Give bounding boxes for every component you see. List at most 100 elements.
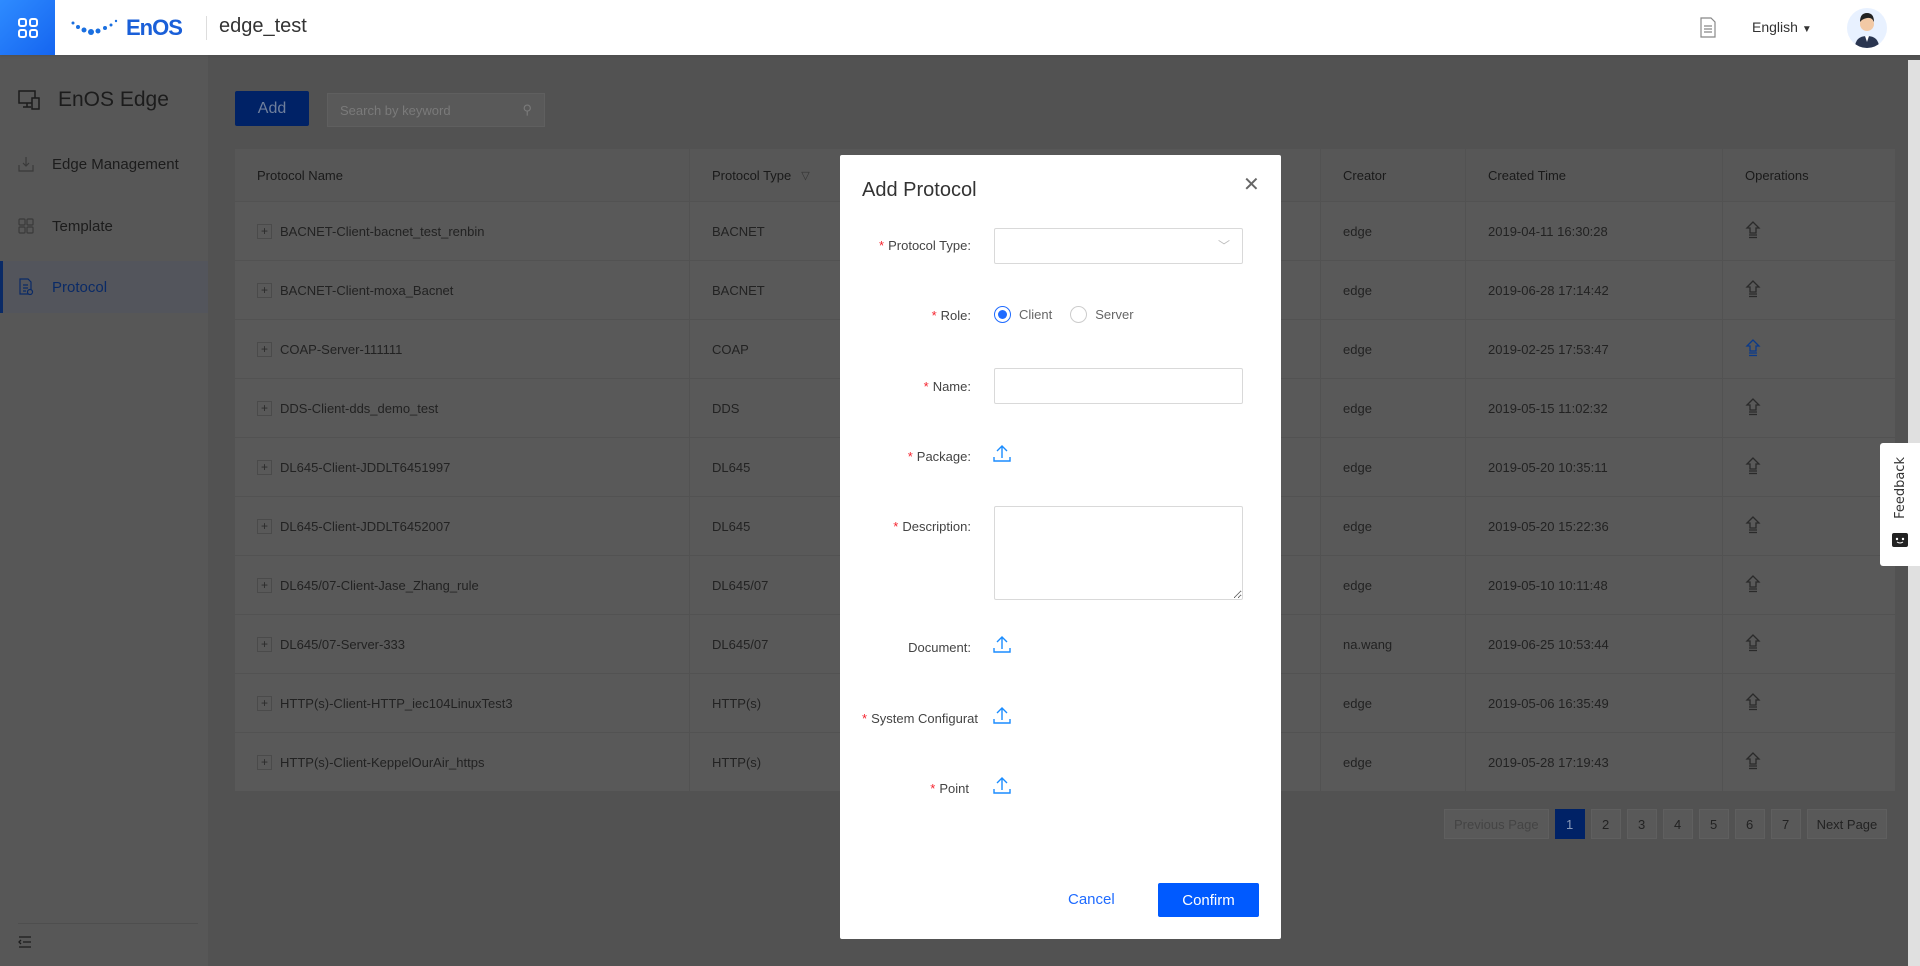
- creator-cell: edge: [1321, 674, 1466, 732]
- point-label: * Point: [930, 781, 969, 796]
- created-time-cell: 2019-06-28 17:14:42: [1466, 261, 1723, 319]
- column-header-label: Protocol Type: [712, 167, 792, 183]
- role-radio-server[interactable]: Server: [1070, 306, 1134, 323]
- page-button[interactable]: 3: [1626, 809, 1657, 839]
- protocol-type-select[interactable]: ﹀: [994, 228, 1243, 264]
- feedback-tab[interactable]: Feedback: [1880, 443, 1920, 566]
- expand-row-icon[interactable]: +: [257, 695, 272, 711]
- role-radio-client[interactable]: Client: [994, 306, 1052, 323]
- expand-row-icon[interactable]: +: [257, 223, 272, 239]
- publish-upload-icon[interactable]: [1745, 279, 1761, 301]
- system-config-upload-icon[interactable]: [993, 706, 1011, 729]
- description-label: * Description:: [893, 519, 971, 534]
- protocol-name: BACNET-Client-moxa_Bacnet: [280, 282, 454, 298]
- next-page-button[interactable]: Next Page: [1806, 809, 1888, 839]
- add-button[interactable]: Add: [235, 91, 309, 126]
- created-time-cell: 2019-05-06 16:35:49: [1466, 674, 1723, 732]
- close-icon[interactable]: ✕: [1243, 172, 1260, 197]
- protocol-name-cell: + HTTP(s)-Client-KeppelOurAir_https: [235, 733, 690, 791]
- page-button[interactable]: 2: [1590, 809, 1621, 839]
- operations-cell: [1723, 261, 1895, 319]
- expand-row-icon[interactable]: +: [257, 459, 272, 475]
- publish-upload-icon[interactable]: [1745, 751, 1761, 773]
- previous-page-button[interactable]: Previous Page: [1444, 809, 1549, 839]
- publish-upload-icon[interactable]: [1745, 692, 1761, 714]
- expand-row-icon[interactable]: +: [257, 282, 272, 298]
- protocol-name-cell: + DL645-Client-JDDLT6452007: [235, 497, 690, 555]
- chevron-down-icon: ﹀: [1217, 239, 1230, 253]
- page-button[interactable]: 7: [1770, 809, 1801, 839]
- page-button[interactable]: 1: [1554, 809, 1585, 839]
- sidebar-item-edge-management[interactable]: Edge Management: [0, 138, 208, 190]
- sidebar: EnOS Edge Edge Management Template Proto…: [0, 55, 208, 966]
- created-time-cell: 2019-05-20 15:22:36: [1466, 497, 1723, 555]
- creator-cell: edge: [1321, 556, 1466, 614]
- expand-row-icon[interactable]: +: [257, 577, 272, 593]
- expand-row-icon[interactable]: +: [257, 341, 272, 357]
- enos-logo[interactable]: EnOS: [70, 14, 183, 42]
- sidebar-title: EnOS Edge: [0, 74, 208, 126]
- creator-cell: edge: [1321, 438, 1466, 496]
- protocol-name: BACNET-Client-bacnet_test_renbin: [280, 223, 485, 239]
- collapse-sidebar-icon[interactable]: [18, 935, 32, 953]
- feedback-face-icon: [1892, 532, 1908, 547]
- header-divider: [206, 16, 207, 40]
- radio-label: Client: [1019, 307, 1053, 322]
- publish-upload-icon[interactable]: [1745, 220, 1761, 242]
- page-button[interactable]: 6: [1734, 809, 1765, 839]
- created-time-cell: 2019-05-10 10:11:48: [1466, 556, 1723, 614]
- publish-upload-icon[interactable]: [1745, 515, 1761, 537]
- expand-row-icon[interactable]: +: [257, 754, 272, 770]
- created-time-cell: 2019-05-28 17:19:43: [1466, 733, 1723, 791]
- protocol-name-cell: + DL645-Client-JDDLT6451997: [235, 438, 690, 496]
- language-dropdown[interactable]: English ▼: [1752, 19, 1812, 35]
- publish-upload-icon[interactable]: [1745, 633, 1761, 655]
- operations-cell: [1723, 733, 1895, 791]
- sidebar-item-protocol[interactable]: Protocol: [0, 261, 208, 313]
- page-button[interactable]: 5: [1698, 809, 1729, 839]
- operations-cell: [1723, 556, 1895, 614]
- grid-icon: [17, 17, 38, 38]
- created-time-cell: 2019-04-11 16:30:28: [1466, 202, 1723, 260]
- creator-cell: edge: [1321, 202, 1466, 260]
- confirm-button[interactable]: Confirm: [1158, 883, 1259, 917]
- language-label: English: [1752, 19, 1798, 35]
- sidebar-item-label: Protocol: [52, 278, 108, 296]
- publish-upload-icon[interactable]: [1745, 397, 1761, 419]
- search-input[interactable]: Search by keyword ⚲: [327, 93, 545, 127]
- publish-upload-icon[interactable]: [1745, 338, 1761, 360]
- expand-row-icon[interactable]: +: [257, 400, 272, 416]
- expand-row-icon[interactable]: +: [257, 636, 272, 652]
- filter-icon[interactable]: ▽: [801, 169, 809, 182]
- protocol-name: DL645-Client-JDDLT6452007: [280, 518, 451, 534]
- name-input[interactable]: [994, 368, 1243, 404]
- cancel-button[interactable]: Cancel: [1068, 891, 1115, 908]
- protocol-name-cell: + BACNET-Client-moxa_Bacnet: [235, 261, 690, 319]
- created-time-cell: 2019-06-25 10:53:44: [1466, 615, 1723, 673]
- radio-checked[interactable]: [994, 306, 1011, 323]
- document-icon[interactable]: [1698, 16, 1718, 45]
- user-avatar[interactable]: [1847, 8, 1887, 48]
- protocol-name: DL645/07-Server-333: [280, 636, 406, 652]
- sidebar-item-template[interactable]: Template: [0, 200, 208, 252]
- protocol-name-cell: + HTTP(s)-Client-HTTP_iec104LinuxTest3: [235, 674, 690, 732]
- operations-cell: [1723, 320, 1895, 378]
- page-button[interactable]: 4: [1662, 809, 1693, 839]
- protocol-name: HTTP(s)-Client-HTTP_iec104LinuxTest3: [280, 695, 513, 711]
- app-launcher-button[interactable]: [0, 0, 55, 55]
- radio-unchecked[interactable]: [1070, 306, 1088, 323]
- publish-upload-icon[interactable]: [1745, 456, 1761, 478]
- expand-row-icon[interactable]: +: [257, 518, 272, 534]
- protocol-doc-icon: [19, 278, 34, 296]
- package-upload-icon[interactable]: [993, 444, 1011, 467]
- operations-cell: [1723, 438, 1895, 496]
- download-box-icon: [18, 157, 34, 172]
- creator-cell: edge: [1321, 497, 1466, 555]
- point-upload-icon[interactable]: [993, 776, 1011, 799]
- document-upload-icon[interactable]: [993, 635, 1011, 658]
- protocol-type-label: * Protocol Type:: [879, 238, 971, 253]
- description-textarea[interactable]: [994, 506, 1243, 600]
- protocol-name-cell: + DL645/07-Server-333: [235, 615, 690, 673]
- publish-upload-icon[interactable]: [1745, 574, 1761, 596]
- column-header: Operations: [1745, 167, 1809, 183]
